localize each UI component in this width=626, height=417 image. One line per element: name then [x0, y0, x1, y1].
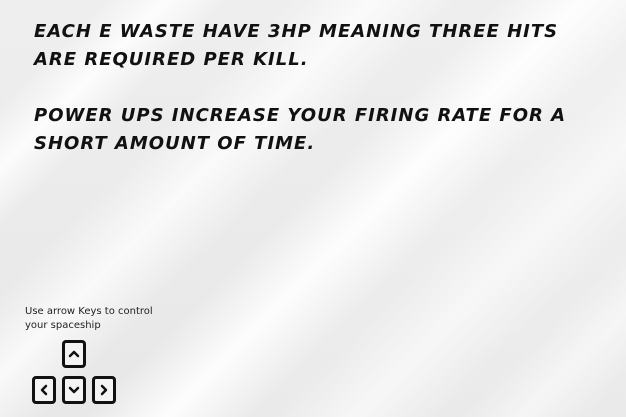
arrow-right-icon	[100, 384, 108, 396]
arrow-down-icon	[68, 386, 80, 394]
arrow-keys-diagram	[30, 338, 126, 412]
arrow-up-key	[62, 340, 86, 368]
arrow-up-icon	[68, 350, 80, 358]
info-message-ewaste-hp: Each E waste have 3hp meaning three hits…	[34, 18, 594, 74]
arrow-left-key	[32, 376, 56, 404]
arrow-left-icon	[40, 384, 48, 396]
controls-hint-text: Use arrow Keys to control your spaceship	[25, 306, 153, 331]
info-message-powerups: Power ups increase your firing rate for …	[34, 102, 624, 158]
arrow-right-key	[92, 376, 116, 404]
arrow-down-key	[62, 376, 86, 404]
